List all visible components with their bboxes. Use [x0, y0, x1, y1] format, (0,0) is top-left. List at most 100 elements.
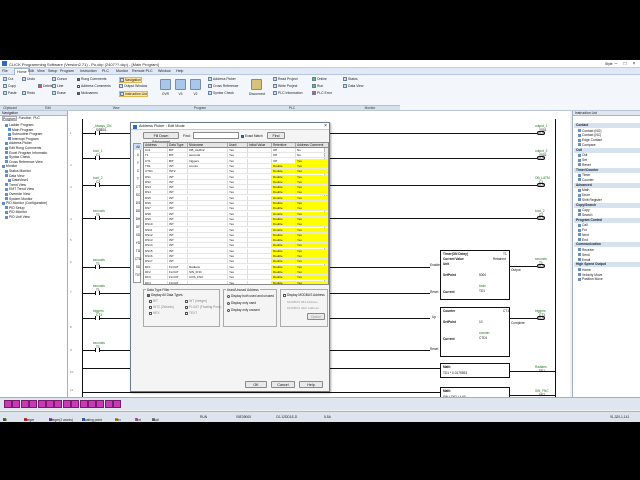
used-option-0[interactable]: Display both used and unused [227, 294, 274, 298]
help-button[interactable]: Help [299, 381, 323, 388]
grid-cell[interactable]: Yes [296, 227, 328, 233]
nav-item-excel-program-informatio[interactable]: Excel Program Informatio [5, 151, 47, 155]
undo-button[interactable]: Undo [22, 77, 35, 81]
nav-item-main-program[interactable]: Main Program [8, 128, 33, 132]
type-item-dh[interactable]: DH [134, 216, 142, 222]
nav-tab-plc[interactable]: PLC [33, 116, 39, 121]
plc-error-button[interactable]: PLC Error [312, 91, 332, 95]
instr-item-next[interactable]: Next [578, 233, 589, 237]
grid-cell[interactable] [248, 238, 272, 244]
nav-item-cross-reference-view[interactable]: Cross Reference View [5, 160, 43, 164]
data-type-checkbox[interactable] [149, 299, 152, 303]
menu-item-remote-plc[interactable]: Remote PLC [132, 69, 153, 73]
instr-item-contact-nc-[interactable]: Contact (NC) [578, 133, 601, 137]
grid-cell[interactable]: Yes [296, 201, 328, 206]
program-tab-button[interactable] [104, 400, 113, 408]
address-grid[interactable]: Address Data Type Nickname Used Initial Valu… [143, 142, 329, 285]
data-type-option-bit[interactable]: BIT [149, 299, 158, 303]
grid-cell[interactable]: No [296, 153, 328, 159]
instr-category-timer-counter[interactable]: Timer/Counter [574, 167, 640, 173]
grid-cell[interactable] [248, 275, 272, 281]
grid-cell[interactable] [248, 227, 272, 233]
grid-cell[interactable] [188, 190, 228, 196]
coil-symbol[interactable]: OUT [537, 216, 545, 220]
menu-item-program[interactable]: Program [60, 69, 74, 73]
instr-category-copy-search[interactable]: Copy/Search [574, 202, 640, 208]
exact-match-checkbox[interactable] [241, 134, 244, 138]
grid-cell[interactable] [188, 216, 228, 222]
erase-button[interactable]: Erase [52, 91, 66, 95]
grid-cell[interactable]: COS_FNC [188, 275, 228, 281]
instr-item-counter[interactable]: Counter [578, 178, 594, 182]
nav-item-pid-setup[interactable]: PID Setup [5, 206, 24, 210]
paste-button[interactable]: Paste [3, 91, 17, 95]
instr-item-receive[interactable]: Receive [578, 248, 594, 252]
grid-cell[interactable] [248, 280, 272, 284]
nav-tab-function[interactable]: Function [19, 116, 32, 121]
used-radio[interactable] [227, 308, 230, 312]
instr-item-shift-register[interactable]: Shift Register [578, 198, 602, 202]
v3-icon[interactable] [175, 79, 186, 90]
nav-item-pid-monitor-configuration-[interactable]: PID Monitor (Configuration) [2, 201, 47, 205]
grid-cell[interactable] [248, 179, 272, 185]
instr-item-timer[interactable]: Timer [578, 173, 590, 177]
instr-category-program-control[interactable]: Program Control [574, 217, 640, 223]
grid-cell[interactable]: Yes [296, 185, 328, 191]
grid-cell[interactable] [188, 222, 228, 228]
type-item-df[interactable]: DF [134, 224, 142, 230]
cross-reference-button[interactable]: Cross Reference [208, 84, 238, 88]
grid-cell[interactable] [248, 259, 272, 265]
counter-instruction[interactable]: Counter CT1 SetPoint 10 counter Current CTD1 [440, 307, 510, 357]
coil-symbol[interactable]: OUT [537, 131, 545, 135]
grid-cell[interactable] [188, 169, 228, 175]
program-tab-button[interactable] [71, 400, 80, 408]
data-view-button[interactable]: Data View [343, 84, 363, 88]
instr-item-drum[interactable]: Drum [578, 193, 590, 197]
instr-item-send[interactable]: Send [578, 253, 590, 257]
grid-cell[interactable]: Yes [296, 238, 328, 244]
instr-item-home[interactable]: Home [578, 268, 591, 272]
grid-cell[interactable] [248, 174, 272, 180]
timer-instruction[interactable]: Timer(ON Delay) T1 Current Value Retained Un… [440, 250, 510, 300]
coil-symbol[interactable]: OUT [537, 183, 545, 187]
type-item-sd[interactable]: SD [134, 264, 142, 270]
used-option-1[interactable]: Display only used [227, 301, 256, 305]
grid-cell[interactable] [248, 169, 272, 175]
nav-item-edit-rung-comments[interactable]: Edit Rung Comments [5, 146, 41, 150]
type-item-dd[interactable]: DD [134, 208, 142, 214]
menu-item-file[interactable]: File [2, 69, 8, 73]
write-project-button[interactable]: Write Project [273, 84, 297, 88]
program-tab-button[interactable] [20, 400, 29, 408]
program-tab-button[interactable] [54, 400, 63, 408]
grid-cell[interactable]: seconds [188, 153, 228, 159]
instr-item-search[interactable]: Search [578, 213, 592, 217]
copy-button[interactable]: Copy [3, 84, 16, 88]
data-type-checkbox[interactable] [185, 299, 188, 303]
grid-cell[interactable]: OB_ALM12 [188, 148, 228, 153]
grid-cell[interactable] [248, 248, 272, 254]
cut-button[interactable]: Cut [3, 77, 13, 81]
instr-item-end[interactable]: End [578, 238, 588, 242]
ovr-icon[interactable] [160, 79, 171, 90]
grid-cell[interactable]: Yes [296, 280, 328, 284]
grid-cell[interactable] [188, 280, 228, 284]
address-picker-button[interactable]: Address Picker [208, 77, 236, 81]
used-radio[interactable] [227, 294, 230, 298]
nav-item-monitor[interactable]: Monitor [2, 164, 17, 168]
data-type-checkbox[interactable] [149, 305, 152, 309]
nav-item-interrupt-program[interactable]: Interrupt Program [8, 137, 39, 141]
instruction-list-toggle[interactable]: Instruction List [119, 91, 148, 97]
ok-button[interactable]: OK [245, 381, 267, 388]
type-item-txt[interactable]: TXT [134, 272, 142, 278]
maximize-button[interactable]: □ [621, 61, 629, 67]
instr-item-math[interactable]: Math [578, 188, 589, 192]
grid-cell[interactable] [188, 174, 228, 180]
grid-cell[interactable]: Yes [296, 216, 328, 222]
display-modbus-option[interactable]: Display MODBUS Address [283, 293, 325, 297]
grid-cell[interactable]: Yes [296, 195, 328, 201]
grid-cell[interactable] [248, 269, 272, 275]
program-tab-button[interactable] [79, 400, 88, 408]
dialog-close-button[interactable]: × [324, 123, 327, 130]
menu-item-view[interactable]: View [37, 69, 45, 73]
grid-cell[interactable]: Yes [296, 243, 328, 249]
